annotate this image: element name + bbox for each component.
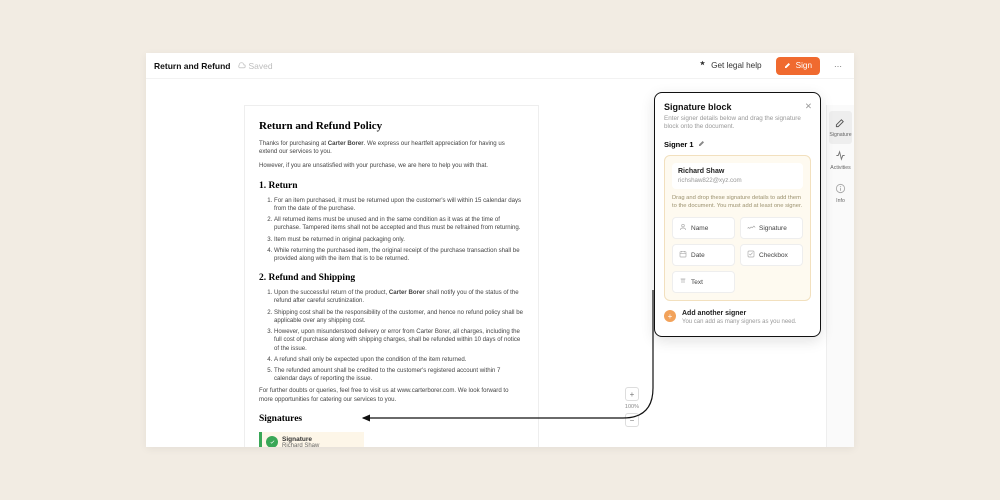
saved-label: Saved [249,61,273,71]
list-item: However, upon misunderstood delivery or … [274,328,524,353]
return-list: For an item purchased, it must be return… [259,197,524,264]
list-item: For an item purchased, it must be return… [274,197,524,213]
add-signer-button[interactable]: + Add another signer You can add as many… [664,310,811,327]
signer-email: richshaw822@xyz.com [678,177,797,184]
list-item: Item must be returned in original packag… [274,236,524,244]
refund-list: Upon the successful return of the produc… [259,289,524,383]
rail-label: Activities [830,165,850,171]
zoom-controls: + 100% − [625,387,639,427]
edit-signer-button[interactable] [698,139,706,149]
minus-icon: − [630,416,635,425]
signature-icon [835,117,846,130]
zoom-in-button[interactable]: + [625,387,639,401]
document-title: Return and Refund [154,61,231,71]
add-signer-title: Add another signer [682,310,797,317]
signature-chip[interactable]: Signature Richard Shaw [259,432,364,447]
close-icon: ✕ [805,101,812,111]
signature-panel: ✕ Signature block Enter signer details b… [654,92,821,337]
cloud-icon [237,61,246,71]
saved-indicator: Saved [237,61,273,71]
rail-label: Signature [829,132,851,138]
section-refund-title: 2. Refund and Shipping [259,273,524,283]
list-item: While returning the purchased item, the … [274,247,524,263]
panel-title: Signature block [664,102,811,112]
text-icon [679,277,687,287]
doc-intro: Thanks for purchasing at Carter Borer. W… [259,140,524,156]
legal-label: Get legal help [711,61,762,70]
add-signer-desc: You can add as many signers as you need. [682,319,797,327]
signer-card: Richard Shaw richshaw822@xyz.com Drag an… [664,155,811,301]
plus-icon: + [630,390,635,399]
drag-name[interactable]: Name [672,217,735,239]
person-icon [679,223,687,233]
rail-info[interactable]: Info [827,177,854,210]
signer-identity: Richard Shaw richshaw822@xyz.com [672,163,803,189]
doc-closing: For further doubts or queries, feel free… [259,387,524,403]
panel-desc: Enter signer details below and drag the … [664,115,811,131]
zoom-level: 100% [625,404,639,410]
pen-icon [784,61,792,71]
list-item: Upon the successful return of the produc… [274,289,524,305]
signer-label: Signer 1 [664,140,694,149]
rail-label: Info [836,198,845,204]
info-icon [835,183,846,196]
scales-icon [698,60,707,71]
rail-activities[interactable]: Activities [827,144,854,177]
close-button[interactable]: ✕ [805,101,812,112]
drag-grid: Name Signature Date Checkbox [672,217,803,293]
drag-hint: Drag and drop these signature details to… [672,195,803,210]
check-circle-icon [266,436,278,447]
drag-date[interactable]: Date [672,244,735,266]
drag-checkbox[interactable]: Checkbox [740,244,803,266]
chip-name: Richard Shaw [282,443,319,447]
list-item: All returned items must be unused and in… [274,216,524,232]
activity-icon [835,150,846,163]
drag-signature[interactable]: Signature [740,217,803,239]
section-return-title: 1. Return [259,181,524,191]
sign-label: Sign [796,61,812,70]
calendar-icon [679,250,687,260]
list-item: The refunded amount shall be credited to… [274,367,524,383]
doc-intro2: However, if you are unsatisfied with you… [259,162,524,170]
section-signatures-title: Signatures [259,414,524,424]
checkbox-icon [747,250,755,260]
chip-label: Signature [282,436,319,443]
signer-header: Signer 1 [664,139,811,149]
more-button[interactable]: ⋯ [826,57,846,75]
more-horizontal-icon: ⋯ [834,61,842,71]
plus-circle-icon: + [664,310,676,322]
top-bar: Return and Refund Saved Get legal help S… [146,53,854,79]
drag-text[interactable]: Text [672,271,735,293]
doc-h1: Return and Refund Policy [259,120,524,132]
list-item: Shipping cost shall be the responsibilit… [274,309,524,325]
list-item: A refund shall only be expected upon the… [274,356,524,364]
pencil-icon [698,142,706,149]
right-rail: Signature Activities Info [826,105,854,447]
zoom-out-button[interactable]: − [625,413,639,427]
rail-signature[interactable]: Signature [829,111,852,144]
get-legal-help-button[interactable]: Get legal help [690,56,770,75]
document-page: Return and Refund Policy Thanks for purc… [244,105,539,447]
signature-scribble-icon [747,223,755,233]
signer-name: Richard Shaw [678,168,797,175]
sign-button[interactable]: Sign [776,57,820,75]
